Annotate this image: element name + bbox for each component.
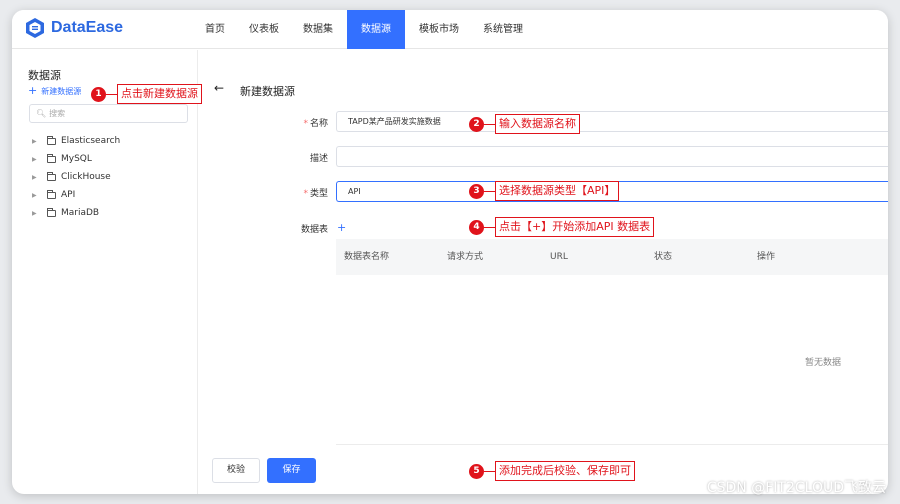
- main-nav: 首页 仪表板 数据集 数据源 模板市场 系统管理: [193, 10, 535, 49]
- save-button[interactable]: 保存: [267, 458, 316, 483]
- annotation-line: [484, 123, 495, 125]
- annotation-5: 5 添加完成后校验、保存即可: [469, 461, 635, 481]
- caret-right-icon: ▶: [32, 173, 37, 181]
- new-datasource-label: 新建数据源: [41, 87, 82, 96]
- table-header: 数据表名称 请求方式 URL 状态 操作: [336, 239, 888, 275]
- annotation-3: 3 选择数据源类型【API】: [469, 181, 620, 201]
- folder-icon: [47, 153, 56, 163]
- column-header-actions: 操作: [757, 252, 776, 262]
- tree-item-label: API: [61, 190, 76, 200]
- dataease-logo-icon: [26, 18, 44, 38]
- annotation-line: [484, 226, 495, 228]
- folder-icon: [47, 189, 56, 199]
- nav-dashboard[interactable]: 仪表板: [237, 10, 291, 49]
- annotation-badge: 5: [469, 463, 484, 479]
- annotation-line: [484, 470, 495, 472]
- plus-icon: +: [28, 84, 38, 97]
- caret-right-icon: ▶: [32, 209, 37, 217]
- name-label-text: 名称: [309, 119, 328, 129]
- logo-text: DataEase: [51, 19, 124, 36]
- tree-item-api[interactable]: ▶ API: [32, 188, 75, 202]
- annotation-text: 添加完成后校验、保存即可: [495, 461, 635, 481]
- watermark-text: CSDN @FIT2CLOUD飞致云: [706, 480, 886, 496]
- app-logo[interactable]: DataEase: [24, 17, 123, 39]
- new-datasource-link[interactable]: + 新建数据源: [28, 84, 81, 97]
- search-placeholder: 搜索: [49, 109, 66, 118]
- tree-item-label: MariaDB: [61, 208, 100, 218]
- empty-table-text: 暂无数据: [805, 358, 842, 368]
- nav-system-management[interactable]: 系统管理: [471, 10, 535, 49]
- table-bottom-border: [336, 444, 888, 445]
- app-window: DataEase 首页 仪表板 数据集 数据源 模板市场 系统管理 数据源 + 新…: [12, 10, 888, 494]
- annotation-badge: 4: [469, 219, 484, 235]
- annotation-line: [106, 93, 117, 95]
- type-label-text: 类型: [309, 189, 328, 199]
- tree-item-mysql[interactable]: ▶ MySQL: [32, 152, 92, 166]
- sidebar-title: 数据源: [28, 69, 61, 82]
- column-header-table-name: 数据表名称: [344, 252, 390, 262]
- column-header-url: URL: [550, 252, 568, 262]
- description-label: 描述: [309, 154, 328, 164]
- tree-item-label: Elasticsearch: [61, 136, 121, 146]
- folder-icon: [47, 207, 56, 217]
- annotation-badge: 2: [469, 116, 484, 132]
- search-icon: 🔍︎: [36, 109, 47, 118]
- annotation-badge: 3: [469, 183, 484, 199]
- tree-item-clickhouse[interactable]: ▶ ClickHouse: [32, 170, 111, 184]
- required-mark: *: [303, 189, 308, 199]
- column-header-status: 状态: [654, 252, 673, 262]
- tree-item-label: ClickHouse: [61, 172, 111, 182]
- type-label: * 类型: [278, 186, 328, 199]
- nav-home[interactable]: 首页: [193, 10, 237, 49]
- verify-button[interactable]: 校验: [212, 458, 260, 483]
- search-input[interactable]: 🔍︎ 搜索: [29, 104, 188, 123]
- name-input[interactable]: TAPD某产品研发实施数据: [336, 111, 888, 132]
- folder-icon: [47, 135, 56, 145]
- top-navbar: DataEase 首页 仪表板 数据集 数据源 模板市场 系统管理: [12, 10, 888, 49]
- annotation-4: 4 点击【+】开始添加API 数据表: [469, 217, 655, 237]
- tree-item-mariadb[interactable]: ▶ MariaDB: [32, 206, 99, 220]
- add-table-plus-icon[interactable]: +: [337, 221, 346, 234]
- annotation-badge: 1: [91, 86, 106, 102]
- tree-item-elasticsearch[interactable]: ▶ Elasticsearch: [32, 134, 120, 148]
- description-input[interactable]: [336, 146, 888, 167]
- annotation-text: 点击【+】开始添加API 数据表: [495, 217, 655, 237]
- caret-right-icon: ▶: [32, 137, 37, 145]
- caret-right-icon: ▶: [32, 155, 37, 163]
- annotation-text: 点击新建数据源: [117, 84, 202, 104]
- tree-item-label: MySQL: [61, 154, 92, 164]
- caret-right-icon: ▶: [32, 191, 37, 199]
- annotation-1: 1 点击新建数据源: [91, 84, 202, 104]
- form-title: 新建数据源: [240, 85, 295, 98]
- nav-template-market[interactable]: 模板市场: [407, 10, 471, 49]
- back-arrow-icon[interactable]: ←: [214, 81, 224, 95]
- annotation-line: [484, 190, 495, 192]
- nav-datasource[interactable]: 数据源: [347, 10, 405, 49]
- annotation-2: 2 输入数据源名称: [469, 114, 580, 134]
- annotation-text: 输入数据源名称: [495, 114, 580, 134]
- tables-label: 数据表: [300, 225, 328, 235]
- annotation-text: 选择数据源类型【API】: [495, 181, 620, 201]
- column-header-method: 请求方式: [447, 252, 484, 262]
- sidebar: 数据源 + 新建数据源 🔍︎ 搜索: [12, 50, 198, 494]
- required-mark: *: [303, 119, 308, 129]
- name-label: * 名称: [278, 116, 328, 129]
- folder-icon: [47, 171, 56, 181]
- nav-dataset[interactable]: 数据集: [291, 10, 345, 49]
